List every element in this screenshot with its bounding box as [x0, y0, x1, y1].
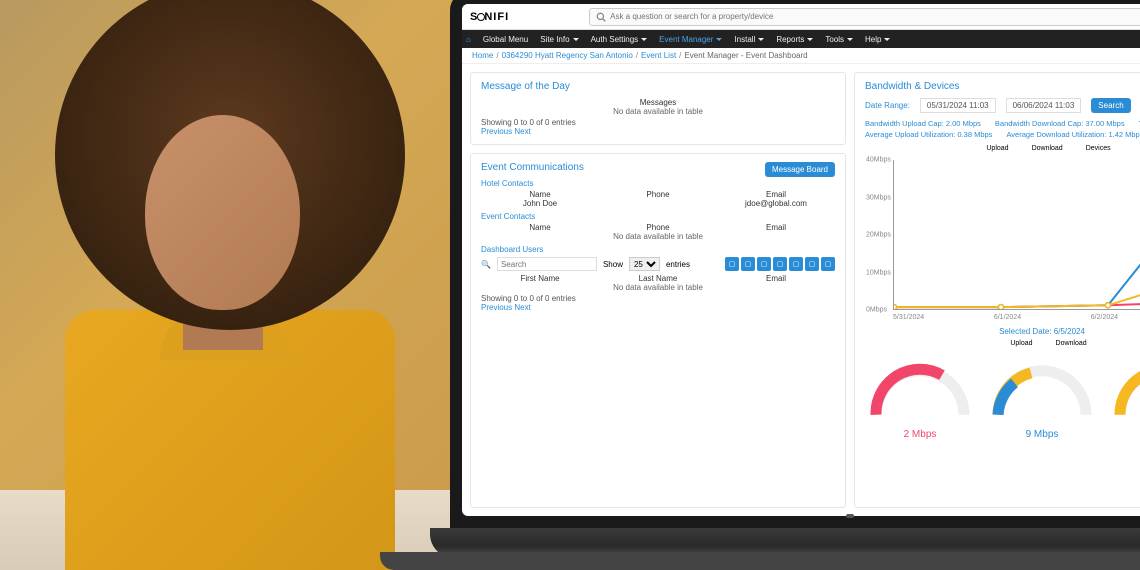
- chevron-down-icon: [807, 38, 813, 41]
- show-label: Show: [603, 260, 623, 269]
- bandwidth-chart: 0Mbps10Mbps20Mbps30Mbps40Mbps: [893, 160, 1140, 310]
- breadcrumb-current: Event Manager - Event Dashboard: [684, 51, 807, 60]
- chevron-down-icon: [716, 38, 722, 41]
- nav-help[interactable]: Help: [859, 35, 896, 44]
- event-contacts-header: Event Contacts: [481, 212, 835, 221]
- breadcrumb-home[interactable]: Home: [472, 51, 493, 60]
- export-6-button[interactable]: ▢: [805, 257, 819, 271]
- sum-upload-cap: Bandwidth Upload Cap: 2.00 Mbps: [865, 119, 981, 128]
- export-4-button[interactable]: ▢: [773, 257, 787, 271]
- export-3-button[interactable]: ▢: [757, 257, 771, 271]
- col-email: Email: [717, 190, 835, 199]
- nav-global-menu[interactable]: Global Menu: [477, 35, 534, 44]
- legend-download-swatch: [1043, 342, 1053, 346]
- chart-legend: Upload Download Devices: [865, 145, 1140, 152]
- sum-upload-avg: Average Upload Utilization: 0.38 Mbps: [865, 130, 992, 139]
- legend-upload: Upload: [986, 145, 1008, 152]
- app-screen: SNIFI ⌂ Global Menu Site Info Auth Setti…: [462, 4, 1140, 516]
- motd-showing: Showing 0 to 0 of 0 entries: [481, 118, 835, 127]
- col-phone: Phone: [599, 190, 717, 199]
- legend-upload-swatch: [997, 342, 1007, 346]
- message-board-button[interactable]: Message Board: [765, 162, 835, 177]
- chevron-down-icon: [847, 38, 853, 41]
- show-entries-select[interactable]: 25: [629, 257, 660, 271]
- date-to-input[interactable]: 06/06/2024 11:03: [1006, 98, 1082, 113]
- legend-upload: Upload: [1010, 340, 1032, 347]
- dashboard-users-search[interactable]: [497, 257, 597, 271]
- motd-panel: Message of the Day Messages No data avai…: [470, 72, 846, 145]
- col-email: Email: [717, 223, 835, 232]
- nav-event-manager[interactable]: Event Manager: [653, 35, 728, 44]
- chevron-down-icon: [884, 38, 890, 41]
- nav-install[interactable]: Install: [728, 35, 770, 44]
- entries-label: entries: [666, 260, 690, 269]
- breadcrumb: Home/ 0364290 Hyatt Regency San Antonio/…: [462, 48, 1140, 64]
- messages-nodata: No data available in table: [599, 107, 717, 116]
- legend-download: Download: [1032, 145, 1063, 152]
- chevron-down-icon: [641, 38, 647, 41]
- contact-name: John Doe: [481, 199, 599, 208]
- col-name: Name: [481, 190, 599, 199]
- search-icon: [596, 12, 606, 22]
- legend-download: Download: [1056, 340, 1087, 347]
- col-name: Name: [481, 223, 599, 232]
- bw-search-button[interactable]: Search: [1091, 98, 1130, 113]
- gauge-legend: Upload Download: [865, 340, 1140, 347]
- col-email: Email: [717, 274, 835, 283]
- sum-download-avg: Average Download Utilization: 1.42 Mbps: [1006, 130, 1140, 139]
- dashusers-showing: Showing 0 to 0 of 0 entries: [481, 294, 835, 303]
- messages-header: Messages: [599, 98, 717, 107]
- export-1-button[interactable]: ▢: [725, 257, 739, 271]
- motd-pager[interactable]: Previous Next: [481, 127, 835, 136]
- gauge-upload-value: 2 Mbps: [865, 429, 975, 440]
- nav-site-info[interactable]: Site Info: [534, 35, 584, 44]
- bandwidth-title: Bandwidth & Devices: [865, 81, 1140, 92]
- home-icon[interactable]: ⌂: [466, 35, 471, 44]
- motd-title: Message of the Day: [481, 81, 835, 92]
- selected-date: Selected Date: 6/5/2024: [865, 327, 1140, 336]
- sum-download-cap: Bandwidth Download Cap: 37.00 Mbps: [995, 119, 1125, 128]
- export-5-button[interactable]: ▢: [789, 257, 803, 271]
- global-search[interactable]: [589, 8, 1140, 26]
- export-2-button[interactable]: ▢: [741, 257, 755, 271]
- breadcrumb-property[interactable]: 0364290 Hyatt Regency San Antonio: [502, 51, 633, 60]
- comms-panel: Message Board Event Communications Hotel…: [470, 153, 846, 508]
- legend-download-swatch: [1019, 147, 1029, 151]
- event-contacts-nodata: No data available in table: [599, 232, 717, 241]
- date-range-label: Date Range:: [865, 101, 910, 110]
- nav-auth-settings[interactable]: Auth Settings: [585, 35, 654, 44]
- nav-tools[interactable]: Tools: [819, 35, 859, 44]
- nav-reports[interactable]: Reports: [770, 35, 819, 44]
- legend-devices-swatch: [1073, 147, 1083, 151]
- legend-devices: Devices: [1086, 145, 1111, 152]
- col-firstname: First Name: [481, 274, 599, 283]
- app-header: SNIFI: [462, 4, 1140, 30]
- date-from-input[interactable]: 05/31/2024 11:03: [920, 98, 996, 113]
- gauge-upload: 2 Mbps: [865, 355, 975, 440]
- export-7-button[interactable]: ▢: [821, 257, 835, 271]
- search-icon: 🔍: [481, 260, 491, 269]
- breadcrumb-eventlist[interactable]: Event List: [641, 51, 676, 60]
- gauge-download-value: 9 Mbps: [987, 429, 1097, 440]
- search-input[interactable]: [610, 12, 1140, 21]
- gauge-devices: [1109, 355, 1140, 440]
- gauge-download: 9 Mbps: [987, 355, 1097, 440]
- col-phone: Phone: [599, 223, 717, 232]
- dashusers-nodata: No data available in table: [599, 283, 717, 292]
- contact-email: jdoe@global.com: [717, 199, 835, 208]
- chevron-down-icon: [573, 38, 579, 41]
- main-nav: ⌂ Global Menu Site Info Auth Settings Ev…: [462, 30, 1140, 48]
- chart-xticks: 5/31/20246/1/20246/2/20246/3/2024: [893, 314, 1140, 321]
- col-lastname: Last Name: [599, 274, 717, 283]
- brand-logo: SNIFI: [470, 11, 509, 23]
- legend-upload-swatch: [973, 147, 983, 151]
- chevron-down-icon: [758, 38, 764, 41]
- bandwidth-panel: Bandwidth & Devices Date Range: 05/31/20…: [854, 72, 1140, 508]
- hotel-contacts-header: Hotel Contacts: [481, 179, 835, 188]
- dashusers-pager[interactable]: Previous Next: [481, 303, 835, 312]
- dashboard-users-header: Dashboard Users: [481, 245, 835, 254]
- laptop-mockup: SNIFI ⌂ Global Menu Site Info Auth Setti…: [320, 0, 1140, 570]
